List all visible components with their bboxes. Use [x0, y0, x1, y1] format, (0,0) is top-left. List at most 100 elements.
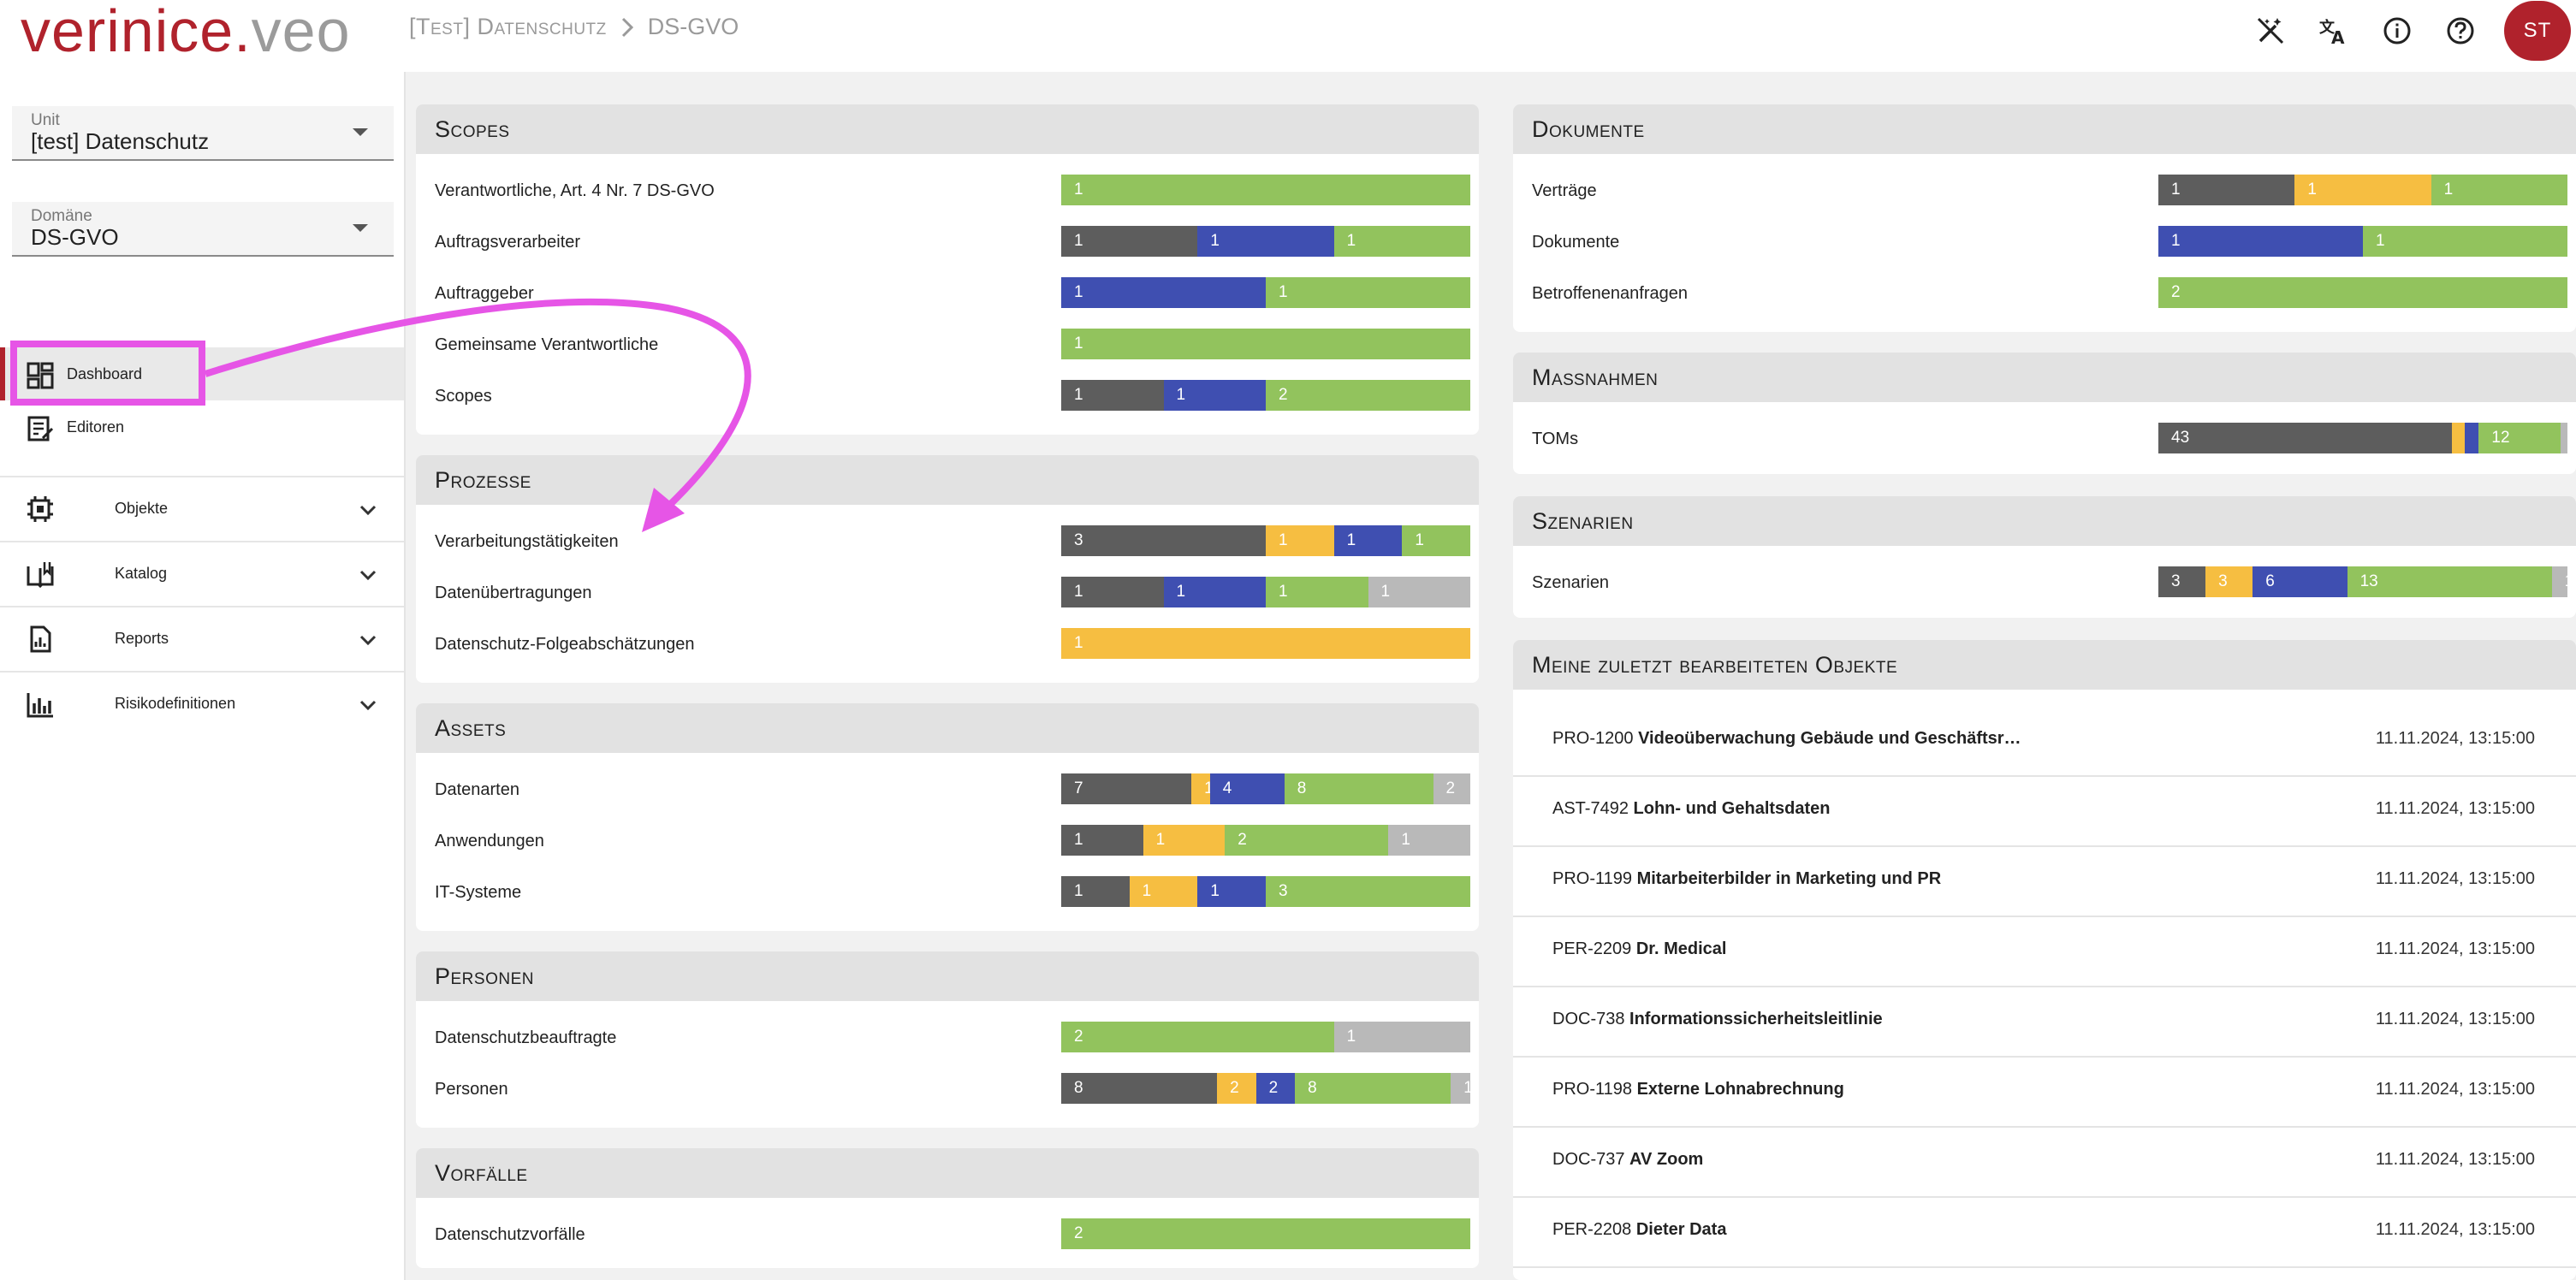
bar-segment-grey[interactable]: 7	[1061, 773, 1192, 804]
bar-segment-grey[interactable]: 8	[1061, 1073, 1218, 1104]
stat-row[interactable]: Datenschutzbeauftragte 2 1	[416, 1011, 1479, 1063]
recent-object-item[interactable]: PRO-1200 Videoüberwachung Gebäude und Ge…	[1513, 705, 2576, 777]
sidebar-group-objekte[interactable]: Objekte	[0, 476, 404, 542]
bar-segment-light[interactable]: 1	[2561, 423, 2567, 453]
bar-segment-green[interactable]: 12	[2478, 423, 2561, 453]
bar-segment-green[interactable]: 1	[1402, 525, 1470, 556]
bar-segment-blue[interactable]: 1	[1163, 380, 1266, 411]
recent-object-item[interactable]: AST-7492 Lohn- und Gehaltsdaten 11.11.202…	[1513, 775, 2576, 847]
user-avatar[interactable]: ST	[2504, 1, 2571, 61]
stacked-bar[interactable]: 2	[2158, 277, 2567, 308]
sidebar-group-reports[interactable]: Reports	[0, 606, 404, 673]
bar-segment-blue[interactable]: 1	[1163, 577, 1266, 607]
stacked-bar[interactable]: 8 2 2 8 1	[1061, 1073, 1470, 1104]
bar-segment-green[interactable]: 1	[2363, 226, 2567, 257]
bar-segment-grey[interactable]: 1	[1061, 226, 1198, 257]
stacked-bar[interactable]: 1 1 2	[1061, 380, 1470, 411]
stat-row[interactable]: Personen 8 2 2 8 1	[416, 1063, 1479, 1114]
stat-row[interactable]: Scopes 1 1 2	[416, 370, 1479, 421]
stacked-bar[interactable]: 11	[2158, 226, 2567, 257]
bar-segment-light[interactable]: 1	[1388, 825, 1470, 856]
bar-segment-green[interactable]: 1	[1061, 329, 1470, 359]
stat-row[interactable]: Gemeinsame Verantwortliche 1	[416, 318, 1479, 370]
bar-segment-blue[interactable]: 6	[2253, 566, 2347, 597]
bar-segment-green[interactable]: 2	[1266, 380, 1470, 411]
translate-icon[interactable]: 文A	[2302, 1, 2365, 61]
recent-object-item[interactable]: PRO-1198 Externe Lohnabrechnung 11.11.202…	[1513, 1056, 2576, 1128]
bar-segment-green[interactable]: 2	[1061, 1022, 1334, 1052]
bar-segment-light[interactable]: 1	[1333, 1022, 1470, 1052]
recent-object-item[interactable]: DOC-737 AV Zoom 11.11.2024, 13:15:00	[1513, 1126, 2576, 1198]
bar-segment-grey[interactable]: 3	[2158, 566, 2206, 597]
stacked-bar[interactable]: 43 22 12 1	[2158, 423, 2567, 453]
bar-segment-yellow[interactable]: 1	[1143, 825, 1226, 856]
bar-segment-blue[interactable]: 1	[1333, 525, 1403, 556]
bar-segment-green[interactable]: 2	[1225, 825, 1389, 856]
stacked-bar[interactable]: 3 3 6 13 1	[2158, 566, 2567, 597]
recent-object-item[interactable]: PRO-1199 Mitarbeiterbilder in Marketing …	[1513, 845, 2576, 917]
stat-row[interactable]: Verträge 1 1 1	[1513, 164, 2576, 216]
stacked-bar[interactable]: 1 1 1	[2158, 175, 2567, 205]
stat-row[interactable]: Datenübertragungen 1 1 1 1	[416, 566, 1479, 618]
stacked-bar[interactable]: 3 1 1 1	[1061, 525, 1470, 556]
bar-segment-yellow[interactable]: 1	[1061, 628, 1470, 659]
bar-segment-green[interactable]: 1	[2431, 175, 2567, 205]
bar-segment-blue[interactable]: 1	[2158, 226, 2363, 257]
bar-segment-green[interactable]: 1	[1333, 226, 1470, 257]
bar-segment-yellow[interactable]: 1	[1191, 773, 1210, 804]
stat-row[interactable]: Auftragsverarbeiter 1 1 1	[416, 216, 1479, 267]
bar-segment-blue[interactable]: 1	[1197, 226, 1334, 257]
stacked-bar[interactable]: 21	[1061, 1022, 1470, 1052]
unit-select[interactable]: Unit [test] Datenschutz	[12, 106, 394, 161]
stat-row[interactable]: TOMs 43 22 12 1	[1513, 412, 2576, 464]
help-icon[interactable]	[2429, 1, 2492, 61]
bar-segment-yellow[interactable]: 2	[2451, 423, 2466, 453]
bar-segment-blue[interactable]: 1	[1061, 277, 1266, 308]
bar-segment-yellow[interactable]: 2	[1217, 1073, 1256, 1104]
stacked-bar[interactable]: 1 1 1 1	[1061, 577, 1470, 607]
stacked-bar[interactable]: 11	[1061, 277, 1470, 308]
stacked-bar[interactable]: 1 1 1	[1061, 226, 1470, 257]
stacked-bar[interactable]: 1 1 2 1	[1061, 825, 1470, 856]
bar-segment-blue[interactable]: 2	[2465, 423, 2479, 453]
bar-segment-grey[interactable]: 1	[1061, 577, 1164, 607]
sidebar-item-editoren[interactable]: Editoren	[0, 400, 404, 453]
stacked-bar[interactable]: 1	[1061, 628, 1470, 659]
stat-row[interactable]: Verarbeitungstätigkeiten 3 1 1 1	[416, 515, 1479, 566]
bar-segment-blue[interactable]: 2	[1255, 1073, 1296, 1104]
stat-row[interactable]: Datenschutz-Folgeabschätzungen 1	[416, 618, 1479, 669]
recent-object-item[interactable]: PER-2208 Dieter Data 11.11.2024, 13:15:00	[1513, 1196, 2576, 1268]
stacked-bar[interactable]: 7 14 8 2	[1061, 773, 1470, 804]
bar-segment-green[interactable]: 8	[1284, 773, 1433, 804]
bar-segment-grey[interactable]: 3	[1061, 525, 1266, 556]
bar-segment-yellow[interactable]: 1	[1266, 525, 1334, 556]
bar-segment-green[interactable]: 13	[2347, 566, 2552, 597]
bar-segment-light[interactable]: 1	[1451, 1073, 1470, 1104]
stacked-bar[interactable]: 1 1 1 3	[1061, 876, 1470, 907]
bar-segment-grey[interactable]: 1	[1061, 825, 1143, 856]
bar-segment-green[interactable]: 2	[2158, 277, 2567, 308]
stat-row[interactable]: Datenarten 7 1 4 8 2	[416, 763, 1479, 815]
bar-segment-green[interactable]: 3	[1265, 876, 1470, 907]
stat-row[interactable]: Dokumente 1 1	[1513, 216, 2576, 267]
bar-segment-grey[interactable]: 1	[2158, 175, 2295, 205]
bar-segment-grey[interactable]: 1	[1061, 876, 1130, 907]
stacked-bar[interactable]: 1	[1061, 175, 1470, 205]
bar-segment-light[interactable]: 1	[2551, 566, 2567, 597]
domain-select[interactable]: Domäne DS-GVO	[12, 202, 394, 257]
stat-row[interactable]: Datenschutzvorfälle 2	[416, 1208, 1479, 1259]
stat-row[interactable]: Verantwortliche, Art. 4 Nr. 7 DS-GVO 1	[416, 164, 1479, 216]
bar-segment-light[interactable]: 2	[1433, 773, 1470, 804]
stat-row[interactable]: IT-Systeme 1 1 1 3	[416, 866, 1479, 917]
stat-row[interactable]: Auftraggeber 1 1	[416, 267, 1479, 318]
stat-row[interactable]: Anwendungen 1 1 2 1	[416, 815, 1479, 866]
bar-segment-yellow[interactable]: 1	[2294, 175, 2431, 205]
bar-segment-grey[interactable]: 1	[1061, 380, 1164, 411]
recent-object-item[interactable]: PER-2209 Dr. Medical 11.11.2024, 13:15:00	[1513, 916, 2576, 987]
bar-segment-green[interactable]: 1	[1061, 175, 1470, 205]
stacked-bar[interactable]: 2	[1061, 1218, 1470, 1249]
stat-row[interactable]: Szenarien 3 3 6 13 1	[1513, 556, 2576, 607]
app-logo[interactable]: verinice.veo	[21, 0, 351, 67]
info-icon[interactable]	[2365, 1, 2429, 61]
bar-segment-light[interactable]: 1	[1368, 577, 1470, 607]
